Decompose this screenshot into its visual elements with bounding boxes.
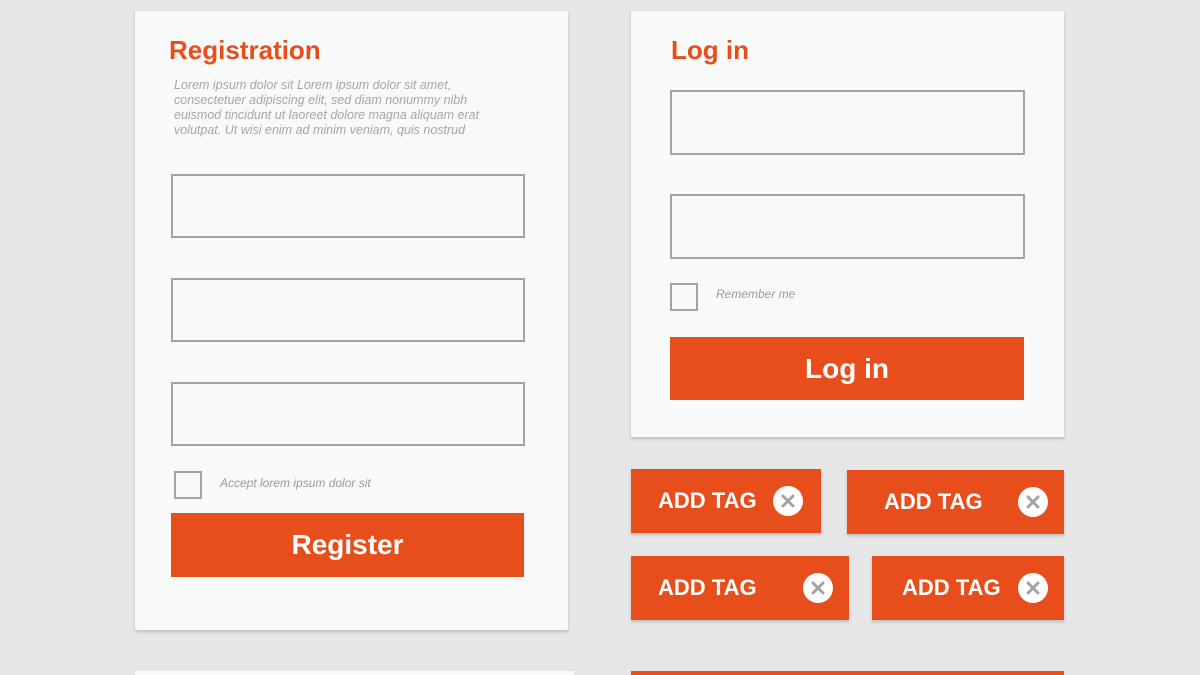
login-field-1[interactable] (670, 90, 1025, 155)
tag-1[interactable]: ADD TAG (631, 469, 821, 533)
accept-checkbox-label: Accept lorem ipsum dolor sit (220, 476, 371, 490)
next-card-edge (135, 671, 574, 675)
registration-field-2[interactable] (171, 278, 525, 342)
tag-label: ADD TAG (902, 575, 1001, 600)
tag-label: ADD TAG (884, 489, 983, 514)
tag-label: ADD TAG (658, 488, 757, 513)
login-title: Log in (671, 35, 749, 65)
close-icon[interactable] (1018, 573, 1048, 603)
login-card: Log in Remember me Log in (631, 11, 1064, 437)
tag-3[interactable]: ADD TAG (631, 556, 849, 620)
registration-field-1[interactable] (171, 174, 525, 238)
remember-me-label: Remember me (716, 287, 796, 301)
login-field-2[interactable] (670, 194, 1025, 259)
registration-title: Registration (169, 35, 321, 65)
next-button-edge (631, 671, 1064, 675)
register-button[interactable]: Register (171, 513, 524, 577)
close-icon[interactable] (803, 573, 833, 603)
login-button[interactable]: Log in (670, 337, 1024, 400)
tag-4[interactable]: ADD TAG (872, 556, 1064, 620)
register-button-label: Register (291, 529, 404, 560)
tag-2[interactable]: ADD TAG (847, 470, 1064, 534)
tag-label: ADD TAG (658, 575, 757, 600)
registration-field-3[interactable] (171, 382, 525, 446)
registration-card: Registration Lorem ipsum dolor sit Lorem… (135, 11, 568, 630)
close-icon[interactable] (773, 486, 803, 516)
registration-description: Lorem ipsum dolor sit Lorem ipsum dolor … (174, 78, 480, 137)
close-icon[interactable] (1018, 487, 1048, 517)
login-button-label: Log in (805, 352, 889, 384)
accept-checkbox[interactable] (174, 471, 202, 499)
remember-me-checkbox[interactable] (670, 283, 698, 311)
